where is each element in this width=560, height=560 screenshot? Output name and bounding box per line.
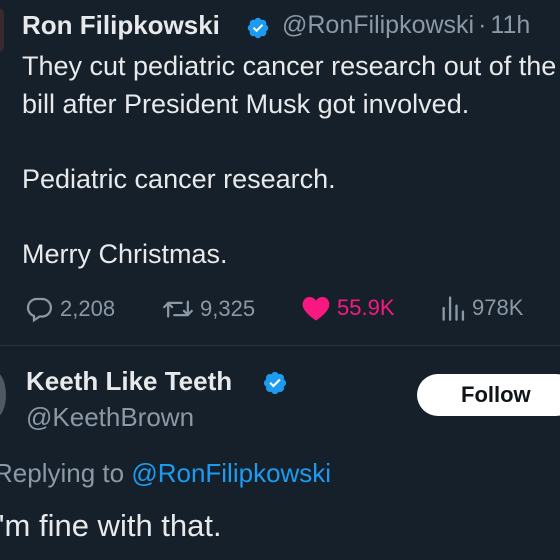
tweet-author-handle[interactable]: @RonFilipkowski · 11h	[282, 11, 530, 40]
heart-icon	[302, 296, 330, 321]
verified-badge-icon	[263, 371, 287, 395]
repost-count: 9,325	[200, 296, 256, 321]
tweet-time[interactable]: 11h	[490, 11, 530, 39]
time-separator: ·	[478, 11, 487, 39]
replying-prefix: Replying to	[0, 458, 125, 488]
repost-icon	[163, 300, 193, 318]
tweet-text-line-4: Merry Christmas.	[22, 239, 228, 269]
verified-badge-icon	[247, 17, 269, 39]
tweet-text-line-3: Pediatric cancer research.	[22, 164, 336, 194]
like-stat-button[interactable]: 55.9K	[301, 294, 395, 322]
divider	[0, 345, 560, 346]
reply-count: 2,208	[60, 296, 116, 321]
views-chart-icon	[442, 296, 465, 321]
reply-stat-button[interactable]: 2,208	[24, 294, 115, 324]
views-stat-button[interactable]: 978K	[440, 294, 523, 322]
author-avatar[interactable]	[0, 8, 4, 52]
tweet-text-line-2: bill after President Musk got involved.	[22, 89, 470, 119]
replying-to-line: Replying to @RonFilipkowski	[0, 458, 331, 489]
repost-stat-button[interactable]: 9,325	[162, 294, 255, 324]
views-count: 978K	[472, 295, 524, 320]
handle-text[interactable]: @RonFilipkowski	[282, 11, 474, 39]
tweet-text-line-1: They cut pediatric cancer research out o…	[22, 51, 557, 81]
reply-author-name[interactable]: Keeth Like Teeth	[26, 366, 232, 397]
follow-button[interactable]: Follow	[417, 374, 560, 416]
replying-to-mention[interactable]: @RonFilipkowski	[131, 458, 331, 488]
reply-text: I'm fine with that.	[0, 508, 222, 543]
reply-author-handle[interactable]: @KeethBrown	[26, 402, 194, 433]
tweet-author-name[interactable]: Ron Filipkowski	[22, 10, 220, 41]
reply-author-avatar[interactable]	[0, 372, 6, 418]
reply-icon	[26, 297, 52, 323]
like-count: 55.9K	[337, 295, 395, 320]
